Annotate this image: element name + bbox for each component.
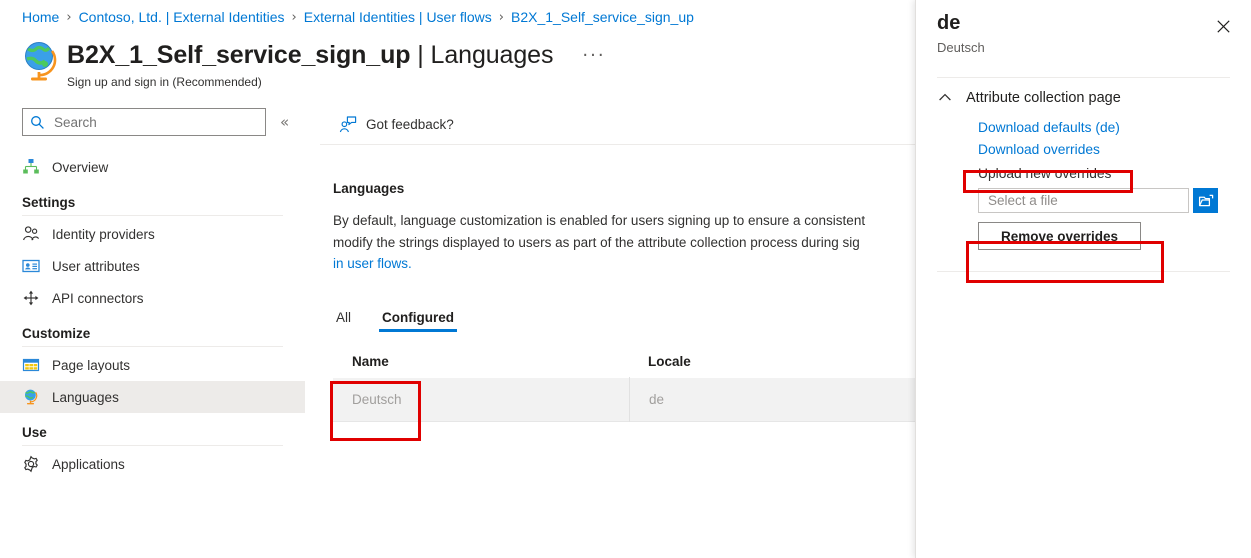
section-description: By default, language customization is en…: [333, 210, 973, 275]
table-layout-icon: [22, 356, 40, 374]
divider: [22, 445, 283, 446]
table-header: Name Locale: [333, 354, 915, 377]
column-header-locale[interactable]: Locale: [629, 354, 691, 369]
breadcrumb-item-user-flow-name[interactable]: B2X_1_Self_service_sign_up: [511, 9, 694, 25]
globe-icon: [19, 38, 59, 84]
sidebar-item-api-connectors[interactable]: API connectors: [0, 282, 305, 314]
download-defaults-link[interactable]: Download defaults (de): [978, 117, 1251, 139]
column-header-name[interactable]: Name: [333, 354, 629, 369]
sidebar-section-title: Customize: [22, 326, 91, 341]
breadcrumb: Home › Contoso, Ltd. | External Identiti…: [22, 9, 694, 25]
sidebar-item-applications[interactable]: Applications: [0, 448, 305, 480]
globe-icon: [22, 388, 40, 406]
select-a-file-input[interactable]: [986, 192, 1181, 209]
page-title-main: B2X_1_Self_service_sign_up: [67, 41, 411, 69]
more-options-button[interactable]: ···: [581, 47, 607, 70]
got-feedback-label: Got feedback?: [366, 116, 454, 132]
breadcrumb-separator: ›: [66, 9, 72, 25]
attribute-collection-accordion[interactable]: Attribute collection page: [916, 90, 1251, 106]
filter-tabs: All Configured: [333, 302, 915, 332]
sidebar-item-user-attributes[interactable]: User attributes: [0, 250, 305, 282]
people-icon: [22, 225, 40, 243]
cell-locale: de: [629, 376, 664, 422]
breadcrumb-item-user-flows[interactable]: External Identities | User flows: [304, 9, 492, 25]
sidebar-item-languages[interactable]: Languages: [0, 381, 305, 413]
sidebar-item-label: Page layouts: [52, 357, 131, 373]
overview-hierarchy-icon: [22, 158, 40, 176]
download-overrides-link[interactable]: Download overrides: [978, 139, 1251, 161]
section-title: Languages: [333, 181, 405, 196]
feedback-person-icon: [339, 115, 357, 133]
breadcrumb-item-contoso[interactable]: Contoso, Ltd. | External Identities: [79, 9, 285, 25]
language-details-panel: de Deutsch Attribute collection page Dow…: [915, 0, 1251, 558]
sidebar-item-label: API connectors: [52, 290, 144, 306]
breadcrumb-item-home[interactable]: Home: [22, 9, 59, 25]
sidebar: « Overview: [0, 104, 320, 558]
user-flows-link[interactable]: in user flows.: [333, 253, 973, 275]
sidebar-section-use: Use: [0, 413, 305, 446]
panel-title: de: [937, 12, 961, 34]
divider: [937, 271, 1230, 272]
search-icon: [30, 115, 45, 130]
chevron-double-left-icon[interactable]: «: [280, 114, 289, 130]
description-line-1: By default, language customization is en…: [333, 213, 866, 228]
divider: [22, 346, 283, 347]
panel-header: de Deutsch: [916, 0, 1251, 55]
id-card-icon: [22, 257, 40, 275]
page-title-separator: |: [410, 41, 431, 69]
divider: [22, 215, 283, 216]
chevron-up-icon: [937, 90, 953, 106]
panel-body: Download defaults (de) Download override…: [916, 106, 1251, 250]
sidebar-item-label: Applications: [52, 456, 125, 472]
sidebar-item-label: Languages: [52, 389, 119, 405]
page-header: B2X_1_Self_service_sign_up | Languages S…: [19, 38, 553, 90]
upload-new-overrides-label: Upload new overrides: [978, 166, 1112, 181]
sidebar-item-page-layouts[interactable]: Page layouts: [0, 349, 305, 381]
accordion-title: Attribute collection page: [966, 90, 1121, 106]
sidebar-section-title: Use: [22, 425, 47, 440]
sidebar-section-title: Settings: [22, 195, 76, 210]
search-box[interactable]: [22, 108, 266, 136]
sidebar-item-identity-providers[interactable]: Identity providers: [0, 218, 305, 250]
cell-name: Deutsch: [352, 391, 402, 407]
languages-table: Name Locale Deutsch de: [333, 354, 915, 422]
gear-icon: [22, 455, 40, 473]
tab-configured[interactable]: Configured: [379, 310, 458, 332]
sidebar-item-label: Overview: [52, 159, 109, 175]
page-title: B2X_1_Self_service_sign_up | Languages: [67, 40, 553, 70]
panel-subtitle: Deutsch: [937, 40, 985, 55]
page-title-section: Languages: [430, 41, 554, 69]
tab-all[interactable]: All: [333, 310, 354, 332]
description-line-2: modify the strings displayed to users as…: [333, 234, 860, 250]
sidebar-section-settings: Settings: [0, 183, 305, 216]
got-feedback-button[interactable]: Got feedback?: [333, 112, 460, 137]
breadcrumb-separator: ›: [291, 9, 297, 25]
command-bar: Got feedback?: [320, 104, 915, 145]
search-input[interactable]: [52, 113, 258, 131]
sidebar-item-label: User attributes: [52, 258, 140, 274]
divider: [937, 77, 1230, 78]
connector-arrows-icon: [22, 289, 40, 307]
sidebar-search-row: «: [22, 108, 289, 136]
main-content: Got feedback? Languages By default, lang…: [320, 104, 915, 558]
file-input-box[interactable]: [978, 188, 1189, 213]
folder-open-icon[interactable]: [1193, 188, 1218, 213]
breadcrumb-separator: ›: [498, 9, 504, 25]
close-icon[interactable]: [1210, 13, 1236, 39]
azure-portal-screen: Home › Contoso, Ltd. | External Identiti…: [0, 0, 1251, 558]
sidebar-section-customize: Customize: [0, 314, 305, 347]
file-upload-row: [978, 188, 1251, 213]
table-row[interactable]: Deutsch de: [333, 376, 915, 422]
sidebar-item-overview[interactable]: Overview: [0, 151, 305, 183]
sidebar-item-label: Identity providers: [52, 226, 155, 242]
page-subtitle: Sign up and sign in (Recommended): [67, 75, 262, 89]
remove-overrides-button[interactable]: Remove overrides: [978, 222, 1141, 250]
